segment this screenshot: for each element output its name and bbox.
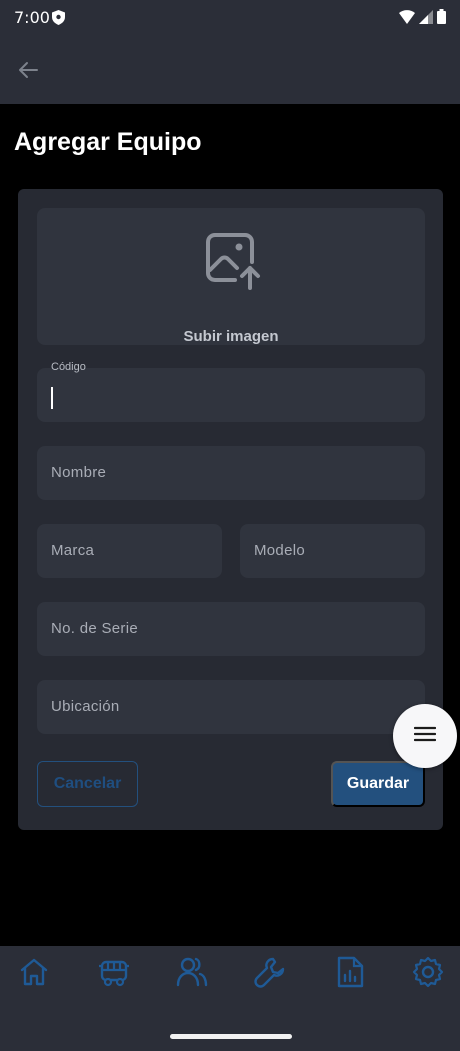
ubicacion-placeholder: Ubicación (51, 698, 120, 715)
marca-placeholder: Marca (51, 542, 95, 559)
status-time: 7:00 (14, 8, 50, 27)
shield-icon (52, 10, 65, 30)
nombre-placeholder: Nombre (51, 464, 107, 481)
form-card: Subir imagen Código Nombre Marca Modelo … (18, 189, 443, 830)
bottom-nav (0, 946, 460, 1051)
home-icon (18, 956, 50, 993)
home-indicator[interactable] (170, 1034, 292, 1039)
modelo-placeholder: Modelo (254, 542, 305, 559)
users-icon (175, 955, 209, 994)
nav-reports[interactable] (330, 954, 370, 994)
modelo-field[interactable]: Modelo (240, 524, 425, 578)
codigo-label: Código (51, 361, 86, 373)
image-upload-icon (205, 232, 261, 297)
floating-menu-button[interactable] (393, 704, 457, 768)
marca-field[interactable]: Marca (37, 524, 222, 578)
nav-users[interactable] (172, 954, 212, 994)
nombre-field[interactable]: Nombre (37, 446, 425, 500)
upload-image-button[interactable]: Subir imagen (37, 208, 425, 345)
signal-icon (419, 9, 433, 29)
back-arrow-icon[interactable] (14, 56, 42, 84)
cancel-button[interactable]: Cancelar (37, 761, 138, 807)
upload-image-label: Subir imagen (183, 328, 279, 345)
serie-field[interactable]: No. de Serie (37, 602, 425, 656)
nav-vehicles[interactable] (94, 954, 134, 994)
gear-icon (411, 955, 445, 994)
app-bar (0, 36, 460, 104)
ubicacion-field[interactable]: Ubicación (37, 680, 425, 734)
nav-maintenance[interactable] (250, 954, 290, 994)
serie-placeholder: No. de Serie (51, 620, 138, 637)
status-bar: 7:00 (0, 0, 460, 36)
menu-icon (413, 726, 437, 747)
wifi-icon (399, 9, 415, 29)
battery-icon (437, 9, 446, 29)
wrench-icon (253, 955, 287, 994)
save-button[interactable]: Guardar (331, 761, 425, 807)
codigo-field[interactable]: Código (37, 361, 425, 422)
bus-icon (97, 956, 131, 993)
text-caret (51, 387, 53, 409)
status-icons (399, 9, 446, 29)
report-icon (335, 955, 365, 994)
nav-settings[interactable] (408, 954, 448, 994)
nav-home[interactable] (14, 954, 54, 994)
page-title: Agregar Equipo (14, 128, 202, 156)
